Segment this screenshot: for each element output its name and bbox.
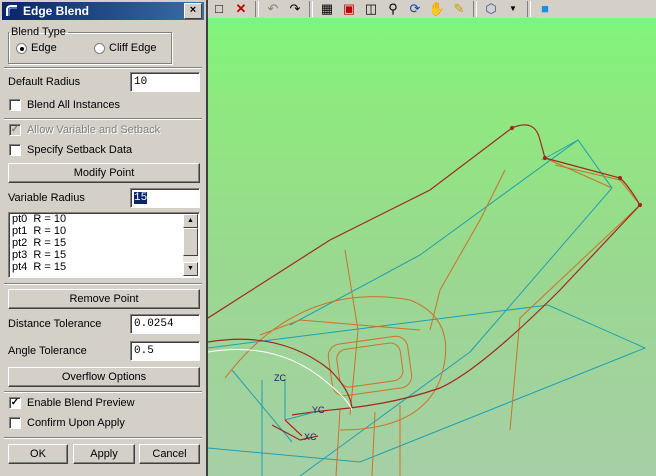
axis-label-xc: XC xyxy=(304,432,317,442)
zoom-window-icon[interactable]: ▣ xyxy=(338,0,360,18)
close-button[interactable]: × xyxy=(184,3,202,19)
list-item[interactable]: pt1 R = 10 xyxy=(9,225,199,237)
graphics-viewport[interactable]: ZC YC XC xyxy=(208,18,656,476)
axis-label-zc: ZC xyxy=(274,373,286,383)
separator xyxy=(4,67,202,69)
angle-tolerance-label: Angle Tolerance xyxy=(8,345,87,357)
edge-blend-dialog: Edge Blend × Blend Type Edge Cliff Edge … xyxy=(0,0,208,476)
blend-all-instances-checkbox[interactable] xyxy=(9,99,21,111)
axis-label-yc: YC xyxy=(312,405,325,415)
radio-edge-label: Edge xyxy=(31,42,57,54)
magnifier-icon[interactable]: ⚲ xyxy=(382,0,404,18)
undo-icon[interactable]: ↶ xyxy=(262,0,284,18)
redo-icon[interactable]: ↷ xyxy=(284,0,306,18)
variable-radius-label: Variable Radius xyxy=(8,192,85,204)
specify-setback-checkbox[interactable] xyxy=(9,144,21,156)
points-listbox[interactable]: pt0 R = 10 pt1 R = 10 pt2 R = 15 pt3 R =… xyxy=(8,212,200,278)
radio-cliff-edge-label: Cliff Edge xyxy=(109,42,157,54)
cancel-button[interactable]: Cancel xyxy=(139,444,200,464)
specify-setback-label: Specify Setback Data xyxy=(27,144,133,156)
modify-point-button[interactable]: Modify Point xyxy=(8,163,200,183)
apply-button[interactable]: Apply xyxy=(73,444,135,464)
dropdown-arrow-icon[interactable]: ▼ xyxy=(502,0,524,18)
viewport-toolbar: □ ✕ ↶ ↷ ▦ ▣ ◫ ⚲ ⟳ ✋ ✎ ⬡ ▼ ■ xyxy=(208,0,656,19)
edge-blend-icon xyxy=(4,3,20,19)
list-scrollbar[interactable]: ▲ ▼ xyxy=(183,214,198,276)
default-radius-label: Default Radius xyxy=(8,76,81,88)
ok-button[interactable]: OK xyxy=(8,444,68,464)
note-icon[interactable]: ✎ xyxy=(448,0,470,18)
separator xyxy=(4,283,202,285)
separator xyxy=(4,391,202,393)
toolbar-separator xyxy=(255,1,259,17)
blend-all-instances-label: Blend All Instances xyxy=(27,99,120,111)
enable-blend-preview-checkbox[interactable]: ✓ xyxy=(9,397,21,409)
enable-blend-preview-label: Enable Blend Preview xyxy=(27,397,135,409)
blend-type-legend: Blend Type xyxy=(11,26,66,38)
radio-cliff-edge[interactable] xyxy=(94,43,105,54)
variable-radius-value: 15 xyxy=(134,192,148,204)
shaded-cube-icon[interactable]: ■ xyxy=(534,0,556,18)
delete-x-icon[interactable]: ✕ xyxy=(230,0,252,18)
distance-tolerance-input[interactable]: 0.0254 xyxy=(130,314,200,334)
remove-point-button[interactable]: Remove Point xyxy=(8,289,200,309)
angle-tolerance-input[interactable]: 0.5 xyxy=(130,341,200,361)
confirm-upon-apply-checkbox[interactable] xyxy=(9,417,21,429)
wireframe-model xyxy=(208,124,647,476)
toolbar-separator xyxy=(309,1,313,17)
page-icon[interactable]: □ xyxy=(208,0,230,18)
scroll-down-icon[interactable]: ▼ xyxy=(183,262,198,276)
list-item[interactable]: pt3 R = 15 xyxy=(9,249,199,261)
zoom-fit-icon[interactable]: ◫ xyxy=(360,0,382,18)
toolbar-separator xyxy=(473,1,477,17)
variable-radius-input[interactable]: 15 xyxy=(130,188,200,208)
separator xyxy=(4,437,202,439)
toolbar-separator xyxy=(527,1,531,17)
confirm-upon-apply-label: Confirm Upon Apply xyxy=(27,417,125,429)
list-item[interactable]: pt2 R = 15 xyxy=(9,237,199,249)
distance-tolerance-label: Distance Tolerance xyxy=(8,318,102,330)
radio-edge[interactable] xyxy=(16,43,27,54)
fit-view-icon[interactable]: ▦ xyxy=(316,0,338,18)
separator xyxy=(4,118,202,120)
rotate-icon[interactable]: ⟳ xyxy=(404,0,426,18)
scroll-up-icon[interactable]: ▲ xyxy=(183,214,198,228)
allow-variable-label: Allow Variable and Setback xyxy=(27,124,161,136)
scroll-thumb[interactable] xyxy=(183,228,198,256)
pan-hand-icon[interactable]: ✋ xyxy=(426,0,448,18)
list-item[interactable]: pt4 R = 15 xyxy=(9,261,199,273)
wireframe-cube-icon[interactable]: ⬡ xyxy=(480,0,502,18)
default-radius-input[interactable]: 10 xyxy=(130,72,200,92)
list-item[interactable]: pt0 R = 10 xyxy=(9,213,199,225)
overflow-options-button[interactable]: Overflow Options xyxy=(8,367,200,387)
dialog-title: Edge Blend xyxy=(23,4,90,18)
dialog-titlebar[interactable]: Edge Blend × xyxy=(2,2,204,20)
allow-variable-checkbox: ✓ xyxy=(9,124,21,136)
